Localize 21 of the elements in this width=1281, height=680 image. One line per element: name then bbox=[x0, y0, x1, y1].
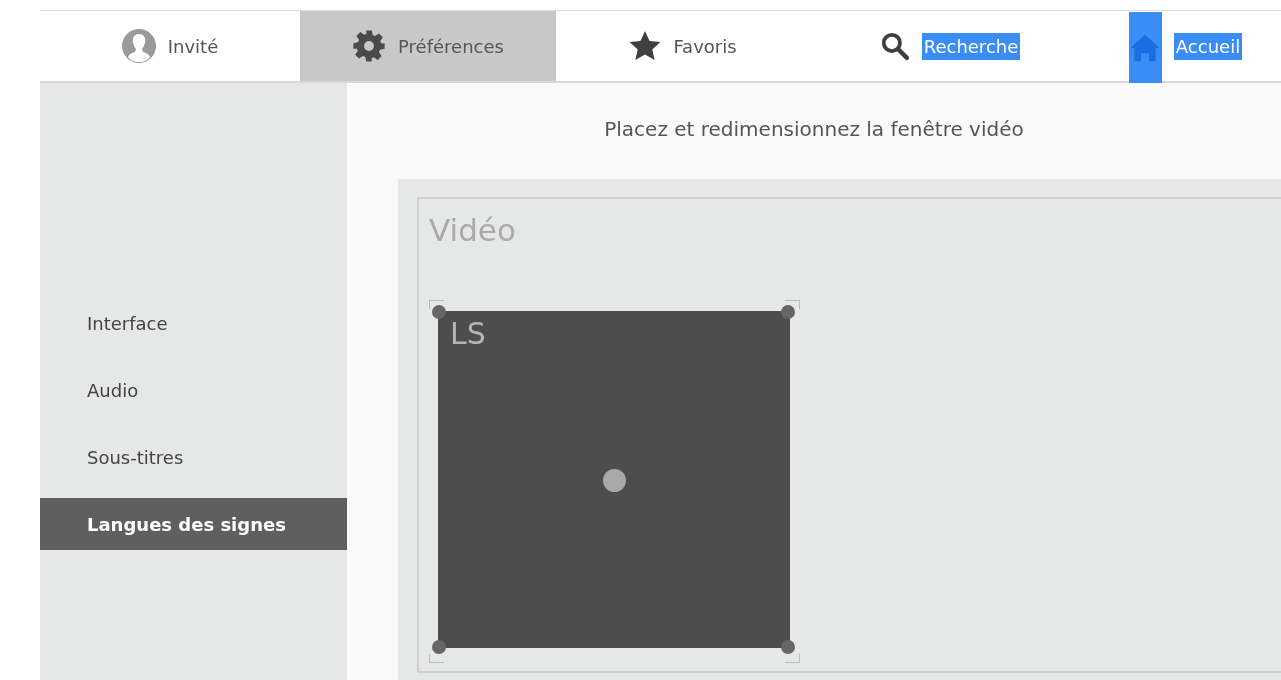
sidebar-item[interactable]: Sous-titres bbox=[40, 431, 347, 483]
corner-bracket bbox=[785, 654, 800, 663]
resize-handle[interactable] bbox=[781, 640, 795, 654]
resize-handle[interactable] bbox=[781, 305, 795, 319]
page-title: Placez et redimensionnez la fenêtre vidéo bbox=[603, 116, 1025, 143]
star-icon bbox=[629, 31, 662, 61]
video-window-label: LS bbox=[450, 315, 486, 353]
sidebar-item[interactable]: Audio bbox=[40, 364, 347, 416]
corner-bracket bbox=[429, 300, 444, 309]
resize-handle[interactable] bbox=[432, 305, 446, 319]
corner-bracket bbox=[785, 300, 800, 309]
nav-tab[interactable]: Préférences bbox=[300, 11, 556, 81]
resize-handle[interactable] bbox=[432, 640, 446, 654]
corner-bracket bbox=[429, 654, 444, 663]
gear-icon bbox=[352, 29, 387, 63]
user-icon bbox=[121, 29, 156, 63]
search-icon bbox=[879, 31, 910, 61]
home-icon bbox=[1129, 33, 1162, 63]
sidebar-item[interactable]: Langues des signes bbox=[40, 498, 347, 550]
video-area-label: Vidéo bbox=[429, 211, 516, 250]
sidebar-item[interactable]: Interface bbox=[40, 297, 347, 349]
